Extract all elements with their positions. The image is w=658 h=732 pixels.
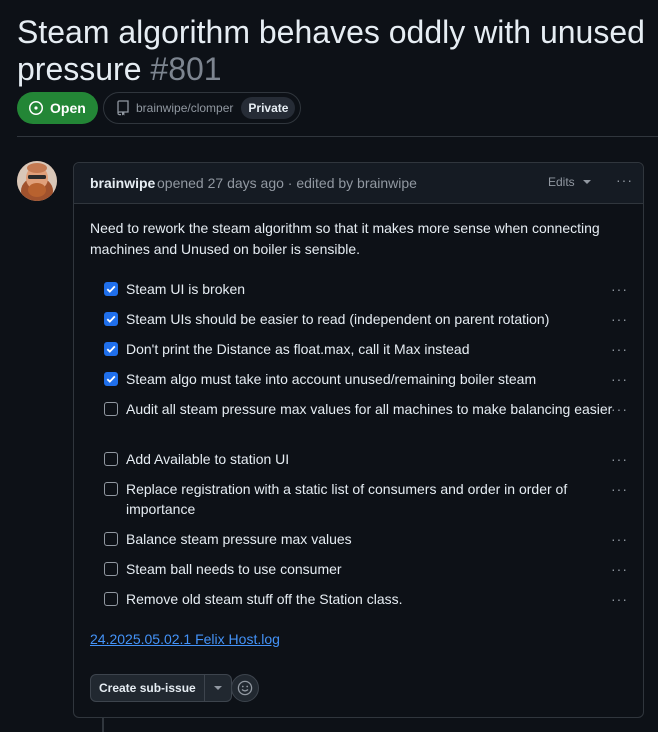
edits-label: Edits [548, 175, 575, 189]
task-item: Steam UIs should be easier to read (inde… [104, 309, 624, 329]
comment-more-icon[interactable]: ··· [616, 172, 633, 188]
task-more-icon[interactable]: ··· [611, 371, 628, 387]
comment-header: brainwipe opened 27 days ago · edited by… [74, 163, 643, 204]
check-icon [106, 315, 116, 323]
issue-page: Steam algorithm behaves oddly with unuse… [0, 0, 658, 732]
task-item: Steam algo must take into account unused… [104, 369, 624, 389]
task-checkbox[interactable] [104, 532, 118, 546]
task-checkbox[interactable] [104, 482, 118, 496]
task-label: Remove old steam stuff off the Station c… [126, 591, 403, 607]
task-item: Balance steam pressure max values [104, 529, 624, 549]
check-icon [106, 285, 116, 293]
task-item: Audit all steam pressure max values for … [104, 399, 624, 419]
chevron-down-icon [582, 180, 591, 184]
task-label: Balance steam pressure max values [126, 531, 352, 547]
header-divider [17, 136, 658, 137]
task-item: Steam ball needs to use consumer [104, 559, 624, 579]
task-item: Steam UI is broken [104, 279, 624, 299]
task-checkbox[interactable] [104, 312, 118, 326]
task-checkbox[interactable] [104, 342, 118, 356]
issue-state-label: Open [50, 100, 86, 116]
task-checkbox[interactable] [104, 372, 118, 386]
task-item: Replace registration with a static list … [104, 479, 624, 519]
task-more-icon[interactable]: ··· [611, 531, 628, 547]
edits-dropdown[interactable]: Edits [548, 175, 591, 189]
task-more-icon[interactable]: ··· [611, 451, 628, 467]
task-checkbox[interactable] [104, 282, 118, 296]
issue-state-badge: Open [17, 92, 98, 124]
task-label: Steam UIs should be easier to read (inde… [126, 311, 550, 327]
task-label: Replace registration with a static list … [126, 481, 568, 517]
chevron-down-icon [213, 686, 222, 690]
issue-title: Steam algorithm behaves oddly with unuse… [17, 14, 657, 88]
issue-open-icon [29, 101, 43, 115]
task-label: Add Available to station UI [126, 451, 290, 467]
comment-meta: opened 27 days ago · edited by brainwipe [157, 175, 417, 191]
visibility-badge: Private [241, 97, 296, 119]
task-more-icon[interactable]: ··· [611, 311, 628, 327]
task-label: Steam UI is broken [126, 281, 246, 297]
smiley-icon [237, 680, 253, 696]
create-subissue-button[interactable]: Create sub-issue [90, 674, 205, 702]
task-more-icon[interactable]: ··· [611, 341, 628, 357]
create-subissue-group: Create sub-issue [90, 674, 232, 702]
issue-title-text: Steam algorithm behaves oddly with unuse… [17, 14, 645, 87]
timeline-connector [102, 717, 104, 732]
create-subissue-dropdown[interactable] [204, 674, 232, 702]
comment-body-text: Need to rework the steam algorithm so th… [90, 220, 600, 257]
check-icon [106, 345, 116, 353]
task-item: Remove old steam stuff off the Station c… [104, 589, 624, 609]
task-item: Don't print the Distance as float.max, c… [104, 339, 624, 359]
repo-link[interactable]: brainwipe/clomper Private [103, 92, 302, 124]
task-checkbox[interactable] [104, 402, 118, 416]
task-more-icon[interactable]: ··· [611, 561, 628, 577]
task-checkbox[interactable] [104, 562, 118, 576]
task-more-icon[interactable]: ··· [611, 591, 628, 607]
repo-icon [116, 100, 130, 116]
task-label: Steam ball needs to use consumer [126, 561, 342, 577]
task-label: Audit all steam pressure max values for … [126, 401, 613, 417]
issue-body-comment: brainwipe opened 27 days ago · edited by… [73, 162, 644, 718]
check-icon [106, 375, 116, 383]
task-item: Add Available to station UI [104, 449, 624, 469]
add-reaction-button[interactable] [231, 674, 259, 702]
task-more-icon[interactable]: ··· [611, 281, 628, 297]
attachment-link[interactable]: 24.2025.05.02.1 Felix Host.log [90, 631, 280, 647]
task-more-icon[interactable]: ··· [611, 401, 628, 417]
task-checkbox[interactable] [104, 452, 118, 466]
task-label: Don't print the Distance as float.max, c… [126, 341, 470, 357]
task-label: Steam algo must take into account unused… [126, 371, 537, 387]
task-more-icon[interactable]: ··· [611, 481, 628, 497]
avatar[interactable] [17, 161, 57, 201]
create-subissue-label: Create sub-issue [99, 681, 196, 695]
repo-name: brainwipe/clomper [136, 101, 234, 115]
comment-author[interactable]: brainwipe [90, 175, 155, 191]
issue-number: #801 [150, 51, 222, 87]
task-checkbox[interactable] [104, 592, 118, 606]
